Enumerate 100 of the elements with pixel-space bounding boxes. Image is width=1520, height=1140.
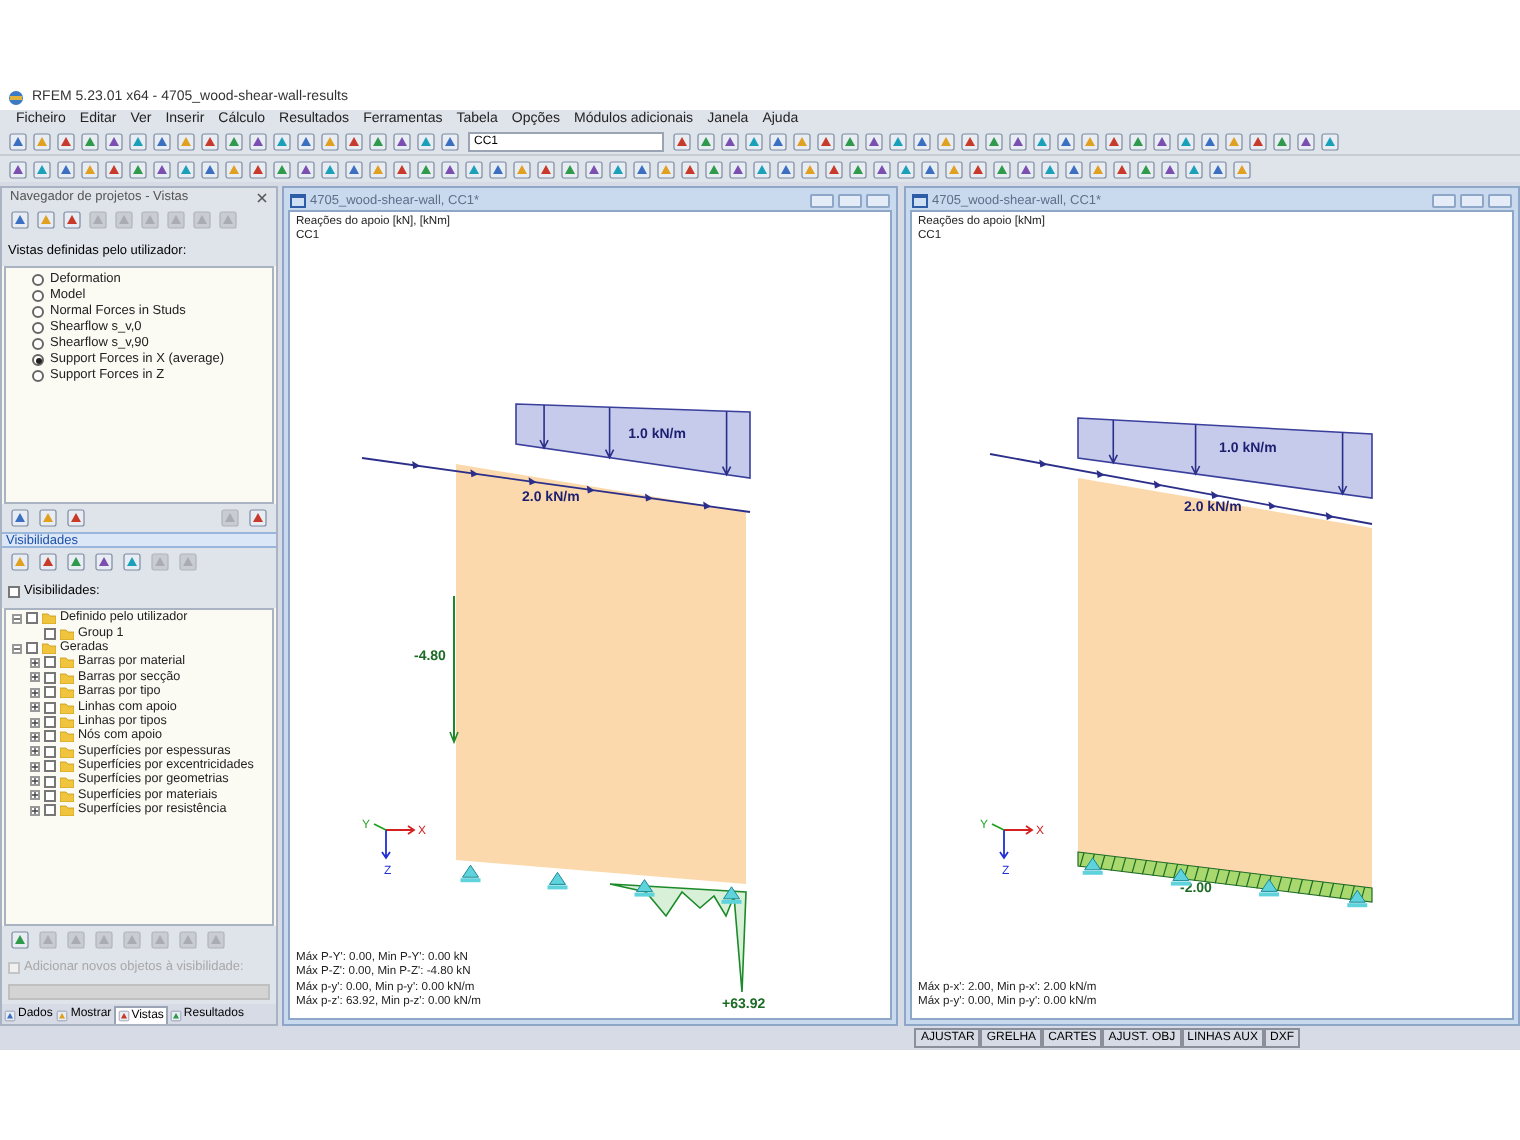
tool-icon[interactable]	[1080, 132, 1100, 152]
tool-icon[interactable]	[1104, 132, 1124, 152]
tool-icon[interactable]	[560, 159, 580, 179]
tool-icon[interactable]	[744, 132, 764, 152]
tool-icon[interactable]	[968, 159, 988, 179]
tool-icon[interactable]	[1128, 132, 1148, 152]
tool-icon[interactable]	[792, 132, 812, 152]
tool-icon[interactable]	[392, 132, 412, 152]
tool-icon[interactable]	[80, 159, 100, 179]
tool-icon[interactable]	[440, 159, 460, 179]
tool-icon[interactable]	[944, 159, 964, 179]
tool-icon[interactable]	[80, 132, 100, 152]
tool-icon[interactable]	[488, 159, 508, 179]
expand-toggle[interactable]	[30, 717, 40, 728]
tool-icon[interactable]	[8, 159, 28, 179]
tool-icon[interactable]	[272, 159, 292, 179]
tool-icon[interactable]	[66, 508, 86, 529]
tool-icon[interactable]	[104, 132, 124, 152]
tool-icon[interactable]	[1248, 132, 1268, 152]
tool-icon[interactable]	[1208, 159, 1228, 179]
checkbox[interactable]	[44, 656, 56, 669]
tool-icon[interactable]	[248, 132, 268, 152]
tool-icon[interactable]	[1056, 132, 1076, 152]
checkbox[interactable]	[44, 671, 56, 684]
checkbox[interactable]	[44, 760, 56, 773]
tool-icon[interactable]	[824, 159, 844, 179]
tool-icon[interactable]	[66, 551, 86, 572]
tool-icon[interactable]	[320, 132, 340, 152]
checkbox[interactable]	[8, 585, 20, 598]
tool-icon[interactable]	[56, 159, 76, 179]
expand-toggle[interactable]	[30, 790, 40, 801]
tool-icon[interactable]	[104, 159, 124, 179]
tool-icon[interactable]	[1040, 159, 1060, 179]
radio-button[interactable]	[32, 338, 44, 351]
tool-icon[interactable]	[368, 159, 388, 179]
expand-toggle[interactable]	[30, 672, 40, 683]
expand-toggle[interactable]	[30, 687, 40, 698]
tool-icon[interactable]	[1320, 132, 1340, 152]
checkbox[interactable]	[44, 804, 56, 817]
tool-icon[interactable]	[1160, 159, 1180, 179]
checkbox[interactable]	[26, 642, 38, 655]
checkbox[interactable]	[44, 716, 56, 729]
tool-icon[interactable]	[128, 132, 148, 152]
tool-icon[interactable]	[32, 159, 52, 179]
tool-icon[interactable]	[344, 132, 364, 152]
delete-icon[interactable]	[248, 508, 268, 529]
checkbox[interactable]	[44, 775, 56, 788]
tool-icon[interactable]	[960, 132, 980, 152]
tool-icon[interactable]	[984, 132, 1004, 152]
tool-icon[interactable]	[912, 132, 932, 152]
tool-icon[interactable]	[1176, 132, 1196, 152]
expand-toggle[interactable]	[30, 702, 40, 713]
tool-icon[interactable]	[608, 159, 628, 179]
tool-icon[interactable]	[176, 159, 196, 179]
tool-icon[interactable]	[1032, 132, 1052, 152]
radio-button[interactable]	[32, 274, 44, 287]
tool-icon[interactable]	[10, 929, 30, 950]
tool-icon[interactable]	[344, 159, 364, 179]
tool-icon[interactable]	[38, 508, 58, 529]
tool-icon[interactable]	[992, 159, 1012, 179]
tool-icon[interactable]	[728, 159, 748, 179]
tool-icon[interactable]	[464, 159, 484, 179]
expand-toggle[interactable]	[30, 805, 40, 816]
tool-icon[interactable]	[1088, 159, 1108, 179]
tool-icon[interactable]	[38, 551, 58, 572]
tool-icon[interactable]	[128, 159, 148, 179]
close-icon[interactable]	[256, 191, 268, 203]
expand-toggle[interactable]	[30, 731, 40, 742]
tool-icon[interactable]	[32, 132, 52, 152]
collapse-toggle[interactable]	[12, 613, 22, 624]
tool-icon[interactable]	[94, 551, 114, 572]
checkbox[interactable]	[44, 627, 56, 640]
tool-icon[interactable]	[56, 132, 76, 152]
tool-icon[interactable]	[200, 132, 220, 152]
expand-toggle[interactable]	[30, 776, 40, 787]
tool-icon[interactable]	[1136, 159, 1156, 179]
tool-icon[interactable]	[1152, 132, 1172, 152]
tool-icon[interactable]	[720, 132, 740, 152]
tool-icon[interactable]	[1224, 132, 1244, 152]
checkbox[interactable]	[44, 730, 56, 743]
checkbox[interactable]	[44, 701, 56, 714]
expand-toggle[interactable]	[30, 746, 40, 757]
tool-icon[interactable]	[864, 132, 884, 152]
tool-icon[interactable]	[776, 159, 796, 179]
tool-icon[interactable]	[1064, 159, 1084, 179]
tool-icon[interactable]	[368, 132, 388, 152]
tool-icon[interactable]	[224, 132, 244, 152]
tool-icon[interactable]	[704, 159, 724, 179]
tool-icon[interactable]	[872, 159, 892, 179]
tool-icon[interactable]	[10, 551, 30, 572]
tool-icon[interactable]	[176, 132, 196, 152]
tool-icon[interactable]	[1232, 159, 1252, 179]
tool-icon[interactable]	[936, 132, 956, 152]
tool-icon[interactable]	[800, 159, 820, 179]
tool-icon[interactable]	[200, 159, 220, 179]
collapse-toggle[interactable]	[12, 643, 22, 654]
radio-button[interactable]	[32, 370, 44, 383]
checkbox[interactable]	[44, 745, 56, 758]
tool-icon[interactable]	[248, 159, 268, 179]
tool-icon[interactable]	[672, 132, 692, 152]
